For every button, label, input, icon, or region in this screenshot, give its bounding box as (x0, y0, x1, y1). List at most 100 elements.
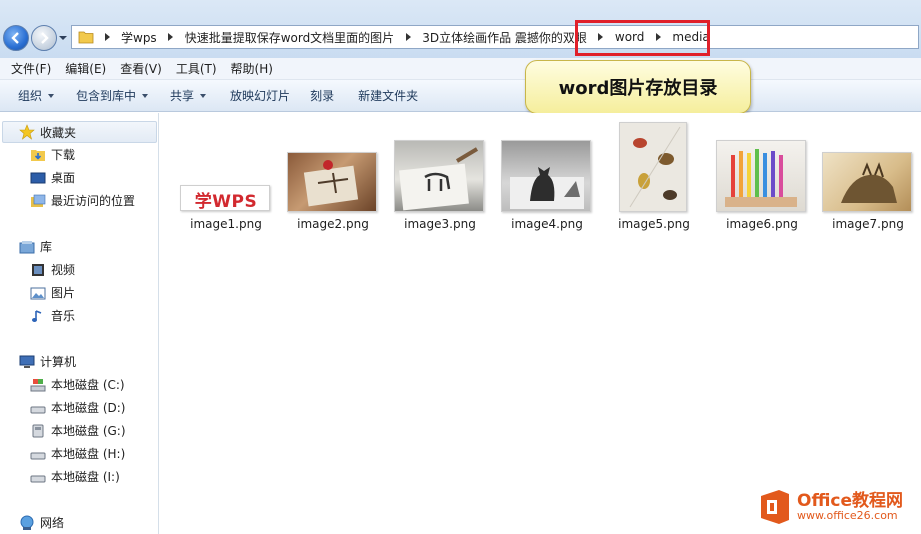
nav-music-label: 音乐 (51, 309, 76, 323)
nav-pictures[interactable]: 图片 (30, 284, 75, 301)
nav-music[interactable]: 音乐 (30, 307, 75, 324)
new-folder-button[interactable]: 新建文件夹 (350, 87, 426, 104)
file-thumbnail-image2[interactable] (287, 152, 377, 212)
menu-help[interactable]: 帮助(H) (224, 60, 280, 77)
highlight-annotation-box (575, 20, 710, 56)
menu-tools[interactable]: 工具(T) (169, 60, 224, 77)
zebra-sketch-picture-icon (399, 147, 479, 211)
chevron-down-icon (142, 93, 149, 98)
file-thumbnail-image6[interactable] (716, 140, 806, 212)
file-thumbnail-image7[interactable] (822, 152, 912, 212)
nav-favorites-label: 收藏夹 (40, 125, 77, 140)
downloads-folder-icon (31, 149, 45, 161)
nav-drive-d-label: 本地磁盘 (D:) (51, 401, 126, 415)
file-name-image4[interactable]: image4.png (497, 217, 597, 231)
desktop-icon (30, 172, 46, 183)
command-bar: 组织 包含到库中 共享 放映幻灯片 刻录 新建文件夹 (0, 80, 921, 112)
star-icon (19, 124, 35, 140)
system-drive-icon (30, 378, 46, 391)
menu-view[interactable]: 查看(V) (113, 60, 169, 77)
file-thumbnail-image4[interactable] (501, 140, 591, 212)
nav-drive-g[interactable]: 本地磁盘 (G:) (30, 422, 126, 439)
library-icon (19, 240, 35, 253)
file-name-image3[interactable]: image3.png (390, 217, 490, 231)
share-button[interactable]: 共享 (162, 87, 214, 104)
nav-drive-g-label: 本地磁盘 (G:) (51, 424, 126, 438)
file-name-image6[interactable]: image6.png (712, 217, 812, 231)
nav-drive-i-label: 本地磁盘 (I:) (51, 470, 120, 484)
file-name-image1[interactable]: image1.png (176, 217, 276, 231)
nav-drive-c-label: 本地磁盘 (C:) (51, 378, 125, 392)
nav-drive-c[interactable]: 本地磁盘 (C:) (30, 376, 125, 393)
file-thumbnail-image1[interactable]: 学WPS (180, 185, 270, 212)
computer-icon (19, 355, 35, 368)
hard-drive-icon (30, 452, 46, 459)
hard-drive-icon (30, 475, 46, 482)
address-region: 学wps 快速批量提取保存word文档里面的图片 3D立体绘画作品 震撼你的双眼… (0, 0, 921, 58)
nav-drive-h-label: 本地磁盘 (H:) (51, 447, 126, 461)
file-thumbnail-image3[interactable] (394, 140, 484, 212)
nav-drive-i[interactable]: 本地磁盘 (I:) (30, 468, 120, 485)
organize-button[interactable]: 组织 (10, 87, 62, 104)
nav-downloads[interactable]: 下载 (30, 146, 75, 163)
chevron-down-icon (200, 93, 207, 98)
nav-libraries[interactable]: 库 (19, 238, 52, 255)
file-list: 学WPS image1.png image2.png image3.png im… (160, 113, 921, 534)
nav-drive-d[interactable]: 本地磁盘 (D:) (30, 399, 125, 416)
breadcrumb-arrow-icon[interactable] (100, 30, 114, 44)
file-name-image7[interactable]: image7.png (818, 217, 918, 231)
forward-button[interactable] (31, 25, 57, 51)
colored-pencils-picture-icon (725, 149, 797, 207)
paper-dragonfly-picture-icon (303, 160, 359, 207)
video-icon (32, 263, 44, 276)
file-name-image5[interactable]: image5.png (604, 217, 704, 231)
office-logo-icon (761, 490, 789, 524)
nav-pictures-label: 图片 (51, 286, 76, 300)
breadcrumb-arrow-icon[interactable] (164, 30, 178, 44)
nav-network-label: 网络 (40, 516, 65, 530)
navigation-pane: 收藏夹 下载 桌面 最近访问的位置 库 视频 图片 音乐 计算机 本地磁盘 (C… (0, 113, 159, 534)
address-bar[interactable]: 学wps 快速批量提取保存word文档里面的图片 3D立体绘画作品 震撼你的双眼… (71, 25, 919, 49)
menu-bar: 文件(F) 编辑(E) 查看(V) 工具(T) 帮助(H) (0, 58, 921, 80)
nav-computer[interactable]: 计算机 (19, 353, 76, 370)
insects-sketch-picture-icon (629, 126, 681, 208)
network-icon (20, 515, 34, 530)
nav-libraries-label: 库 (40, 240, 53, 254)
menu-edit[interactable]: 编辑(E) (58, 60, 113, 77)
nav-videos[interactable]: 视频 (30, 261, 75, 278)
callout-annotation: word图片存放目录 (525, 60, 751, 114)
wps-logo-text: 学WPS (194, 191, 258, 212)
breadcrumb-1[interactable]: 快速批量提取保存word文档里面的图片 (164, 29, 402, 46)
nav-downloads-label: 下载 (51, 148, 76, 162)
nav-network[interactable]: 网络 (19, 514, 64, 531)
chevron-down-icon (48, 93, 55, 98)
menu-file[interactable]: 文件(F) (4, 60, 58, 77)
slideshow-button[interactable]: 放映幻灯片 (222, 87, 298, 104)
burn-button[interactable]: 刻录 (302, 87, 342, 104)
nav-drive-h[interactable]: 本地磁盘 (H:) (30, 445, 125, 462)
back-arrow-icon (11, 32, 19, 44)
music-note-icon (32, 309, 42, 322)
nav-favorites[interactable]: 收藏夹 (2, 121, 157, 143)
file-thumbnail-image5[interactable] (619, 122, 687, 212)
recent-places-icon (31, 194, 46, 207)
back-button[interactable] (3, 25, 29, 51)
cat-sketch-picture-icon (510, 167, 584, 209)
recent-pages-dropdown-icon[interactable] (59, 34, 67, 42)
nav-desktop[interactable]: 桌面 (30, 169, 75, 186)
include-in-library-button[interactable]: 包含到库中 (68, 87, 156, 104)
removable-drive-icon (32, 424, 44, 437)
watermark-url: www.office26.com (797, 509, 898, 523)
watermark-title: Office教程网 (797, 490, 904, 511)
dinosaur-sketch-picture-icon (841, 162, 897, 203)
nav-computer-label: 计算机 (40, 355, 77, 369)
breadcrumb-2[interactable]: 3D立体绘画作品 震撼你的双眼 (401, 29, 594, 46)
nav-recent-label: 最近访问的位置 (51, 194, 136, 208)
office26-watermark: Office教程网 www.office26.com (757, 484, 919, 530)
breadcrumb-0[interactable]: 学wps (100, 29, 164, 46)
nav-desktop-label: 桌面 (51, 171, 76, 185)
nav-recent-places[interactable]: 最近访问的位置 (30, 192, 135, 209)
breadcrumb-arrow-icon[interactable] (401, 30, 415, 44)
forward-arrow-icon (41, 32, 49, 44)
file-name-image2[interactable]: image2.png (283, 217, 383, 231)
